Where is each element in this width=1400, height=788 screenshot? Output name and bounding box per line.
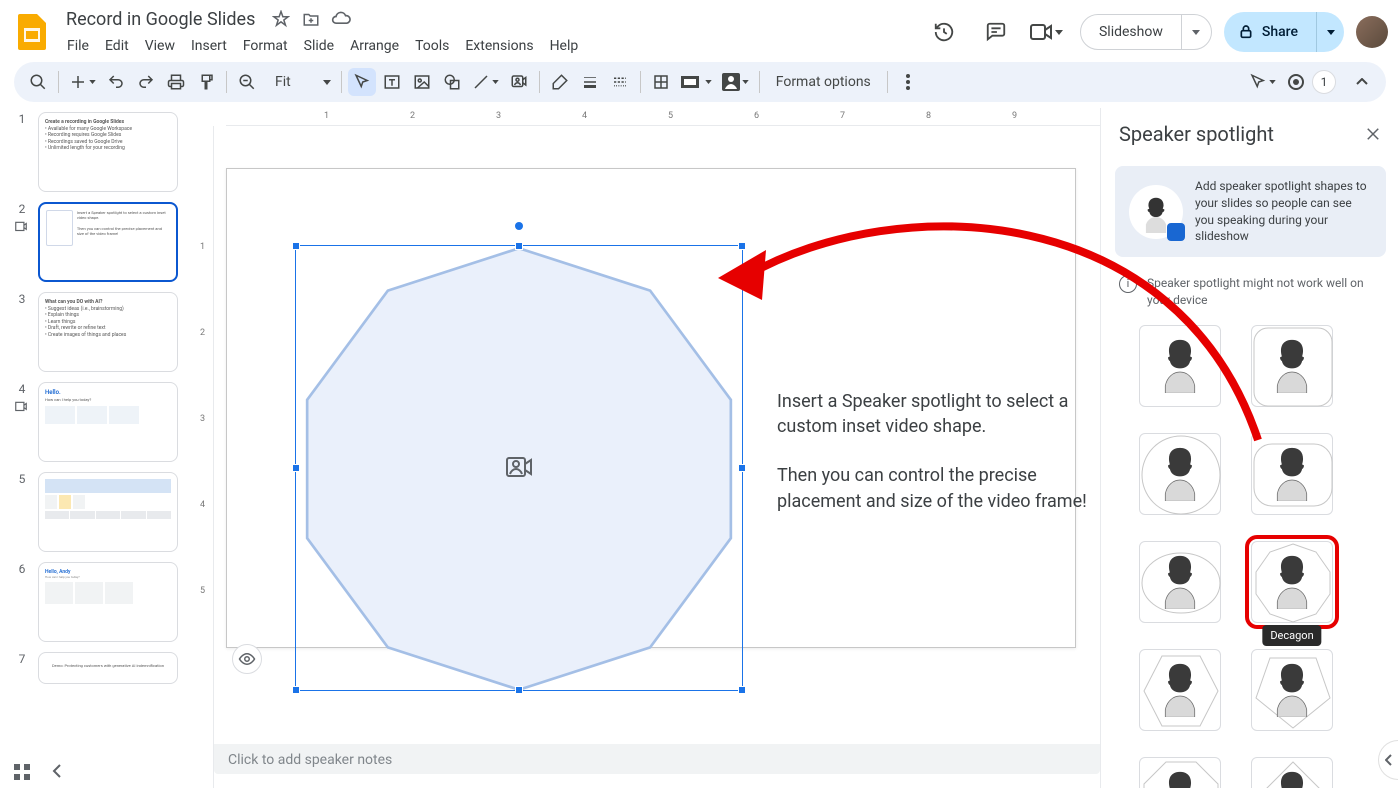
new-slide-button[interactable]	[65, 68, 100, 96]
slide-thumbnail-2[interactable]: Insert a Speaker spotlight to select a c…	[38, 202, 178, 282]
move-icon[interactable]	[301, 9, 321, 29]
spotlight-shape-circle[interactable]	[1139, 433, 1221, 515]
slide-body-text[interactable]: Insert a Speaker spotlight to select a c…	[777, 389, 1087, 538]
menu-format[interactable]: Format	[236, 34, 295, 58]
menu-arrange[interactable]: Arrange	[343, 34, 406, 58]
line-tool[interactable]	[468, 68, 503, 96]
grid-view-icon[interactable]	[14, 764, 30, 780]
select-tool[interactable]	[348, 68, 376, 96]
slide-thumbnail-1[interactable]: Create a recording in Google Slides• Ava…	[38, 112, 178, 192]
border-dash-tool[interactable]	[606, 68, 634, 96]
info-icon: i	[1119, 275, 1137, 293]
paint-format-icon[interactable]	[192, 68, 220, 96]
slide-number: 3	[19, 292, 26, 306]
image-tool[interactable]	[408, 68, 436, 96]
selected-spotlight-shape[interactable]	[295, 245, 743, 691]
slide-number: 4	[19, 382, 26, 396]
speaker-spotlight-panel: Speaker spotlight Add speaker spotlight …	[1100, 108, 1400, 788]
slides-app-logo[interactable]	[12, 12, 52, 52]
comments-icon[interactable]	[976, 12, 1016, 52]
spotlight-shape-diamond[interactable]	[1251, 757, 1333, 788]
meet-camera-button[interactable]	[1028, 12, 1068, 52]
slide-thumbnail-5[interactable]	[38, 472, 178, 552]
menu-extensions[interactable]: Extensions	[458, 34, 540, 58]
border-weight-tool[interactable]	[576, 68, 604, 96]
slide-canvas[interactable]: Insert a Speaker spotlight to select a c…	[226, 168, 1076, 648]
slideshow-button[interactable]: Slideshow	[1080, 14, 1212, 50]
text-box-tool[interactable]	[378, 68, 406, 96]
speaker-spotlight-tool[interactable]	[505, 68, 533, 96]
menu-edit[interactable]: Edit	[98, 34, 136, 58]
search-menus-icon[interactable]	[24, 68, 52, 96]
panel-warning-box: i Speaker spotlight might not work well …	[1119, 275, 1382, 309]
zoom-out-icon[interactable]	[233, 68, 261, 96]
star-icon[interactable]	[271, 9, 291, 29]
menu-help[interactable]: Help	[543, 34, 586, 58]
spotlight-shape-hexagon[interactable]	[1139, 649, 1221, 731]
format-options-button[interactable]: Format options	[766, 68, 881, 96]
intro-avatar-icon	[1129, 185, 1183, 239]
redo-icon[interactable]	[132, 68, 160, 96]
recording-indicator[interactable]	[1282, 68, 1310, 96]
mask-shape-tool[interactable]	[677, 68, 716, 96]
vertical-ruler: 12345	[196, 126, 214, 788]
slide-number: 7	[19, 652, 26, 666]
more-tools-icon[interactable]	[894, 68, 922, 96]
slideshow-dropdown[interactable]	[1181, 15, 1211, 49]
close-panel-icon[interactable]	[1364, 125, 1382, 143]
menu-file[interactable]: File	[60, 34, 96, 58]
toolbar: Fit Format options 1	[14, 62, 1386, 102]
menu-insert[interactable]: Insert	[184, 34, 234, 58]
spotlight-badge-icon	[14, 400, 30, 416]
print-icon[interactable]	[162, 68, 190, 96]
share-dropdown[interactable]	[1316, 12, 1344, 52]
slide-thumbnail-7[interactable]: Demo: Protecting customers with generati…	[38, 652, 178, 684]
spotlight-placeholder-icon	[505, 456, 533, 480]
slide-number: 6	[19, 562, 26, 576]
version-history-icon[interactable]	[924, 12, 964, 52]
spotlight-shape-square[interactable]	[1139, 325, 1221, 407]
cloud-status-icon[interactable]	[331, 9, 351, 29]
spotlight-shape-decagon[interactable]: Decagon	[1251, 541, 1333, 623]
shape-tooltip: Decagon	[1262, 625, 1321, 646]
menu-slide[interactable]: Slide	[297, 34, 341, 58]
edit-mode-selector[interactable]	[1245, 68, 1280, 96]
shape-tool[interactable]	[438, 68, 466, 96]
share-button[interactable]: Share	[1224, 12, 1344, 52]
spotlight-shape-pentagon[interactable]	[1251, 649, 1333, 731]
slide-thumbnail-4[interactable]: Hello.How can I help you today?	[38, 382, 178, 462]
collapse-toolbar-icon[interactable]	[1348, 68, 1376, 96]
collapse-filmstrip-icon[interactable]	[52, 764, 62, 780]
zoom-level-selector[interactable]: Fit	[263, 68, 335, 96]
slide-number: 2	[19, 202, 26, 216]
border-color-tool[interactable]	[546, 68, 574, 96]
slide-number: 5	[19, 472, 26, 486]
menu-tools[interactable]: Tools	[408, 34, 456, 58]
spotlight-badge-icon	[14, 220, 30, 236]
crop-image-tool[interactable]	[647, 68, 675, 96]
horizontal-ruler: 123456789	[226, 108, 1100, 126]
slide-number: 1	[19, 112, 26, 126]
spotlight-shape-rounded-rect[interactable]	[1251, 433, 1333, 515]
menu-view[interactable]: View	[138, 34, 182, 58]
slide-thumbnail-3[interactable]: What can you DO with AI?• Suggest ideas …	[38, 292, 178, 372]
visibility-toggle-button[interactable]	[232, 644, 262, 674]
spotlight-shape-oval[interactable]	[1139, 541, 1221, 623]
speaker-notes-input[interactable]: Click to add speaker notes	[214, 738, 1100, 774]
panel-title: Speaker spotlight	[1119, 122, 1364, 146]
collaborator-count[interactable]: 1	[1312, 70, 1336, 94]
document-title[interactable]: Record in Google Slides	[60, 7, 261, 32]
panel-intro-box: Add speaker spotlight shapes to your sli…	[1115, 166, 1386, 257]
slide-thumbnail-6[interactable]: Hello, AndyHow can I help you today?	[38, 562, 178, 642]
undo-icon[interactable]	[102, 68, 130, 96]
spotlight-shape-rounded-square[interactable]	[1251, 325, 1333, 407]
user-avatar[interactable]	[1356, 16, 1388, 48]
spotlight-shape-octagon[interactable]	[1139, 757, 1221, 788]
replace-spotlight-shape-tool[interactable]	[718, 68, 753, 96]
menu-bar: File Edit View Insert Format Slide Arran…	[60, 34, 924, 58]
